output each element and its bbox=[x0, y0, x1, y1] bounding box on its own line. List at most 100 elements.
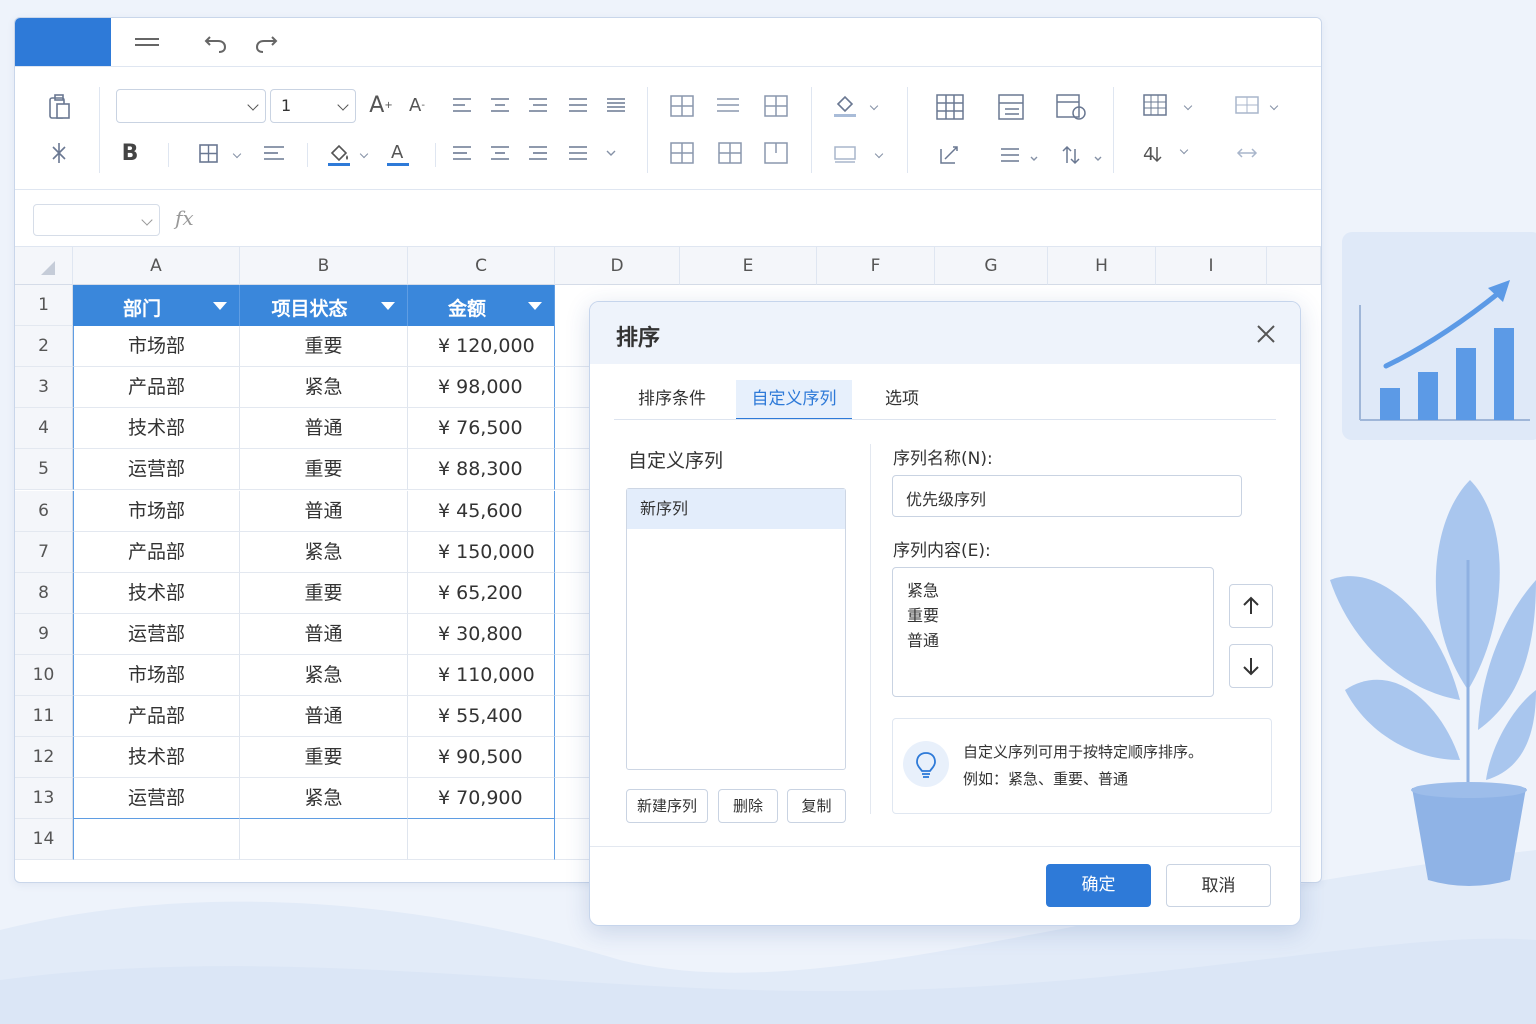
ok-button[interactable]: 确定 bbox=[1046, 864, 1151, 907]
header-cell[interactable]: 项目状态 bbox=[240, 285, 408, 327]
move-up-button[interactable] bbox=[1229, 584, 1273, 628]
sort-dropdown-icon[interactable] bbox=[1179, 145, 1189, 155]
filter-dropdown-icon[interactable] bbox=[381, 302, 395, 310]
table-cell[interactable]: 重要 bbox=[240, 449, 408, 491]
select-all-corner[interactable] bbox=[15, 247, 73, 285]
tab-custom-lists[interactable]: 自定义序列 bbox=[736, 380, 852, 420]
menu-icon[interactable] bbox=[133, 28, 161, 56]
sequence-content-textarea[interactable]: 紧急 重要 普通 bbox=[892, 567, 1214, 697]
close-icon[interactable] bbox=[1254, 322, 1278, 346]
table-cell[interactable]: 运营部 bbox=[73, 449, 240, 491]
table-cell[interactable]: 普通 bbox=[240, 613, 408, 655]
new-list-button[interactable]: 新建序列 bbox=[626, 789, 708, 823]
table-cell[interactable]: 市场部 bbox=[73, 490, 240, 532]
alignment-icons[interactable] bbox=[449, 91, 639, 181]
table-cell[interactable]: ¥ 120,000 bbox=[408, 326, 555, 368]
fill-color-icon[interactable] bbox=[325, 139, 353, 167]
table-cell[interactable]: 技术部 bbox=[73, 408, 240, 450]
freeze-panes-icon[interactable] bbox=[1233, 91, 1261, 119]
table-cell[interactable] bbox=[240, 819, 408, 861]
table-cell[interactable]: 产品部 bbox=[73, 367, 240, 409]
wrap-text-icon[interactable] bbox=[260, 139, 288, 167]
row-header-1[interactable]: 1 bbox=[15, 285, 73, 327]
list-item[interactable]: 新序列 bbox=[627, 489, 845, 529]
increase-font-icon[interactable]: A + bbox=[367, 91, 395, 119]
sequence-name-input[interactable]: 优先级序列 bbox=[892, 475, 1242, 517]
table-cell[interactable]: 重要 bbox=[240, 326, 408, 368]
table-cell[interactable]: 重要 bbox=[240, 572, 408, 614]
column-header-i[interactable]: I bbox=[1156, 247, 1267, 285]
table-cell[interactable]: 紧急 bbox=[240, 654, 408, 696]
column-header-g[interactable]: G bbox=[935, 247, 1048, 285]
table-cell[interactable] bbox=[408, 819, 555, 861]
copy-button[interactable]: 复制 bbox=[787, 789, 846, 823]
table-cell[interactable]: 紧急 bbox=[240, 778, 408, 820]
table-cell[interactable]: ¥ 55,400 bbox=[408, 696, 555, 738]
fill-color-dropdown-icon[interactable] bbox=[359, 149, 369, 159]
row-header-10[interactable]: 10 bbox=[15, 654, 73, 696]
name-box[interactable] bbox=[33, 204, 160, 236]
table-cell[interactable]: 紧急 bbox=[240, 531, 408, 573]
row-header-5[interactable]: 5 bbox=[15, 449, 73, 491]
freeze-dropdown-icon[interactable] bbox=[1269, 101, 1279, 111]
decrease-font-icon[interactable]: A- bbox=[403, 91, 431, 119]
font-name-select[interactable] bbox=[116, 89, 266, 123]
column-header-h[interactable]: H bbox=[1048, 247, 1156, 285]
filter-dropdown-icon[interactable] bbox=[213, 302, 227, 310]
table-tools-icons[interactable] bbox=[933, 89, 1113, 181]
row-header-13[interactable]: 13 bbox=[15, 778, 73, 820]
cell-fill-dropdown-icon[interactable] bbox=[869, 101, 879, 111]
table-cell[interactable]: ¥ 70,900 bbox=[408, 778, 555, 820]
column-header-f[interactable]: F bbox=[817, 247, 935, 285]
move-down-button[interactable] bbox=[1229, 644, 1273, 688]
insert-table-dropdown-icon[interactable] bbox=[1183, 101, 1193, 111]
table-cell[interactable]: ¥ 76,500 bbox=[408, 408, 555, 450]
filter-dropdown-icon[interactable] bbox=[528, 302, 542, 310]
cell-border-bottom-icon[interactable] bbox=[831, 139, 859, 167]
table-cell[interactable]: 普通 bbox=[240, 696, 408, 738]
table-cell[interactable]: 紧急 bbox=[240, 367, 408, 409]
row-header-9[interactable]: 9 bbox=[15, 613, 73, 655]
table-cell[interactable]: 市场部 bbox=[73, 326, 240, 368]
table-cell[interactable]: 产品部 bbox=[73, 696, 240, 738]
cell-border-dropdown-icon[interactable] bbox=[874, 149, 884, 159]
redo-icon[interactable] bbox=[252, 28, 280, 56]
row-header-7[interactable]: 7 bbox=[15, 531, 73, 573]
bold-button[interactable]: B bbox=[116, 139, 144, 167]
tab-sort-conditions[interactable]: 排序条件 bbox=[624, 380, 720, 418]
table-cell[interactable]: 技术部 bbox=[73, 737, 240, 779]
table-cell[interactable]: ¥ 98,000 bbox=[408, 367, 555, 409]
table-cell[interactable] bbox=[73, 819, 240, 861]
table-cell[interactable]: 普通 bbox=[240, 490, 408, 532]
insert-table-icon[interactable] bbox=[1141, 91, 1169, 119]
row-header-4[interactable]: 4 bbox=[15, 408, 73, 450]
delete-button[interactable]: 删除 bbox=[718, 789, 778, 823]
header-cell[interactable]: 金额 bbox=[408, 285, 555, 327]
table-cell[interactable]: 产品部 bbox=[73, 531, 240, 573]
undo-icon[interactable] bbox=[202, 28, 230, 56]
table-cell[interactable]: 技术部 bbox=[73, 572, 240, 614]
table-cell[interactable]: ¥ 65,200 bbox=[408, 572, 555, 614]
table-cell[interactable]: 运营部 bbox=[73, 613, 240, 655]
tab-options[interactable]: 选项 bbox=[872, 380, 932, 418]
column-header-b[interactable]: B bbox=[240, 247, 408, 285]
column-header-c[interactable]: C bbox=[408, 247, 555, 285]
row-header-2[interactable]: 2 bbox=[15, 326, 73, 368]
row-header-8[interactable]: 8 bbox=[15, 572, 73, 614]
cell-merge-icons[interactable] bbox=[667, 91, 807, 181]
table-cell[interactable]: 重要 bbox=[240, 737, 408, 779]
format-painter-icon[interactable] bbox=[45, 139, 73, 167]
table-cell[interactable]: ¥ 30,800 bbox=[408, 613, 555, 655]
table-cell[interactable]: ¥ 90,500 bbox=[408, 737, 555, 779]
table-cell[interactable]: 市场部 bbox=[73, 654, 240, 696]
border-icon[interactable] bbox=[195, 139, 223, 167]
cell-fill-icon[interactable] bbox=[831, 91, 859, 119]
resize-icon[interactable] bbox=[1233, 139, 1261, 167]
table-cell[interactable]: ¥ 45,600 bbox=[408, 490, 555, 532]
table-cell[interactable]: ¥ 150,000 bbox=[408, 531, 555, 573]
column-header-d[interactable]: D bbox=[555, 247, 680, 285]
custom-list-box[interactable]: 新序列 bbox=[626, 488, 846, 770]
font-color-icon[interactable]: A bbox=[384, 139, 412, 167]
paste-icon[interactable] bbox=[45, 93, 73, 121]
border-dropdown-icon[interactable] bbox=[232, 149, 242, 159]
